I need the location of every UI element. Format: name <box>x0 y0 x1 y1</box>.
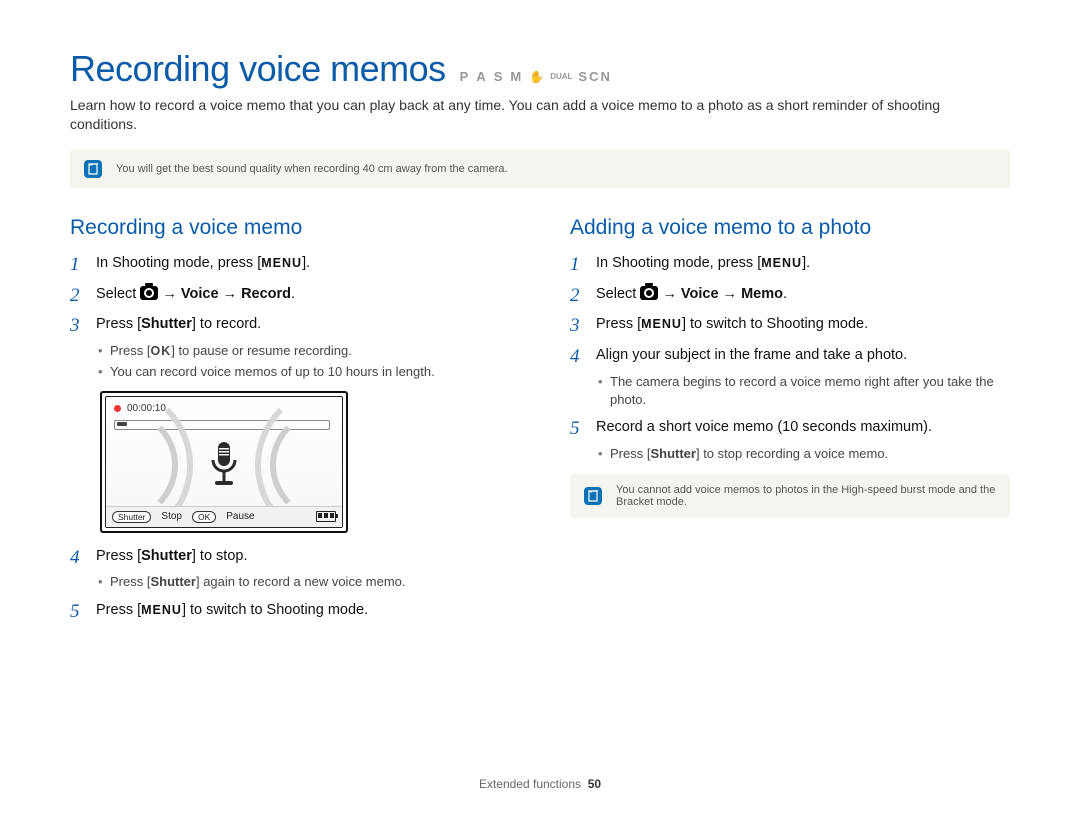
step-num: 1 <box>70 254 88 277</box>
sub-item: The camera begins to record a voice memo… <box>598 373 1010 408</box>
menu-label: MENU <box>641 317 682 331</box>
col-adding: Adding a voice memo to a photo 1 In Shoo… <box>570 216 1010 626</box>
step-num: 3 <box>70 315 88 338</box>
step-num: 2 <box>70 285 88 308</box>
dual-hand-icon: ✋ <box>529 70 544 84</box>
microphone-icon <box>206 440 242 490</box>
step-body: In Shooting mode, press [MENU]. <box>596 254 810 274</box>
col-recording: Recording a voice memo 1 In Shooting mod… <box>70 216 510 626</box>
sub-item: Press [Shutter] again to record a new vo… <box>98 573 510 591</box>
step-body: Press [Shutter] to record. <box>96 315 261 335</box>
lcd-stop: Stop <box>161 511 182 522</box>
step-body: Press [MENU] to switch to Shooting mode. <box>596 315 868 335</box>
note-bottom: You cannot add voice memos to photos in … <box>570 474 1010 518</box>
step-body: Record a short voice memo (10 seconds ma… <box>596 418 932 438</box>
sub-item: Press [OK] to pause or resume recording. <box>98 342 510 360</box>
step-body: Align your subject in the frame and take… <box>596 346 907 366</box>
camera-icon <box>140 286 158 300</box>
note-icon <box>84 160 102 178</box>
step-num: 2 <box>570 285 588 308</box>
sub-item: Press [Shutter] to stop recording a voic… <box>598 445 1010 463</box>
step-body: Press [Shutter] to stop. <box>96 547 248 567</box>
mode-indicator: P A S M ✋DUAL SCN <box>460 69 612 84</box>
lcd-illustration: 00:00:10 <box>100 391 348 533</box>
step-body: Press [MENU] to switch to Shooting mode. <box>96 601 368 621</box>
sub-item: You can record voice memos of up to 10 h… <box>98 363 510 381</box>
page-footer: Extended functions 50 <box>0 777 1080 791</box>
step-num: 5 <box>570 418 588 441</box>
lcd-shutter-pill: Shutter <box>112 511 151 523</box>
lcd-ok-pill: OK <box>192 511 216 523</box>
intro-text: Learn how to record a voice memo that yo… <box>70 96 1010 134</box>
battery-icon <box>316 511 336 522</box>
step-num: 4 <box>570 346 588 369</box>
menu-label: MENU <box>141 603 182 617</box>
note-top: You will get the best sound quality when… <box>70 150 1010 188</box>
page-title: Recording voice memos <box>70 48 446 90</box>
note-text: You cannot add voice memos to photos in … <box>616 484 996 508</box>
note-icon <box>584 487 602 505</box>
step-num: 3 <box>570 315 588 338</box>
menu-label: MENU <box>261 256 302 270</box>
lcd-pause: Pause <box>226 511 254 522</box>
step-num: 1 <box>570 254 588 277</box>
note-text: You will get the best sound quality when… <box>116 163 508 175</box>
camera-icon <box>640 286 658 300</box>
step-num: 4 <box>70 547 88 570</box>
step-body: In Shooting mode, press [MENU]. <box>96 254 310 274</box>
step-body: Select → Voice → Record. <box>96 285 295 305</box>
step-body: Select → Voice → Memo. <box>596 285 787 305</box>
menu-label: MENU <box>761 256 802 270</box>
step-num: 5 <box>70 601 88 624</box>
heading-recording: Recording a voice memo <box>70 216 510 240</box>
heading-adding: Adding a voice memo to a photo <box>570 216 1010 240</box>
